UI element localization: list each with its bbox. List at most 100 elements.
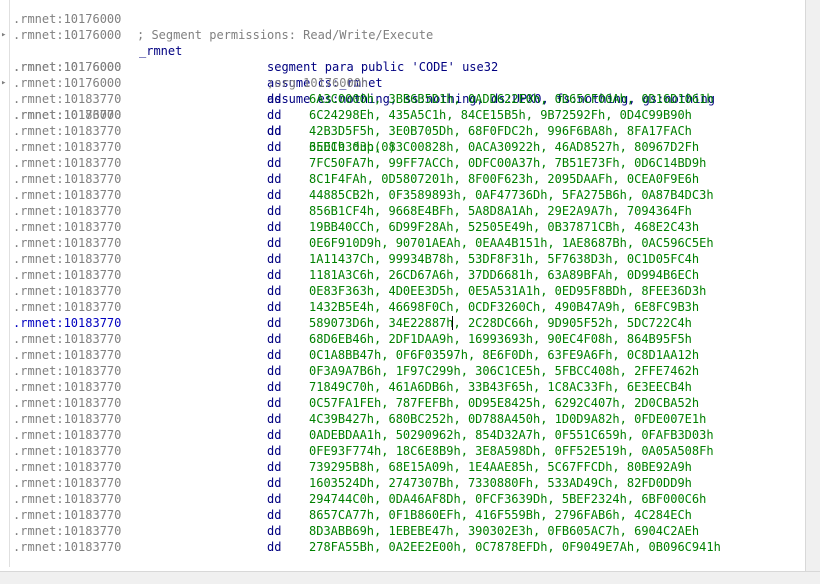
listing-line-data[interactable]: .rmnet:10183770 dd 294744C0h, 0DA46AF8Dh, …: [0, 491, 806, 507]
listing-line-data[interactable]: .rmnet:10183770 dd 42B3D5F5h, 3E0B705Dh, 6…: [0, 123, 806, 139]
line-address[interactable]: .rmnet:10183770: [13, 171, 121, 187]
line-address[interactable]: .rmnet:10183770: [13, 123, 121, 139]
line-mnemonic[interactable]: dd: [267, 315, 281, 331]
line-operands[interactable]: 0ADEBDAA1h, 50290962h, 854D32A7h, 0F551C…: [309, 427, 714, 443]
line-address[interactable]: .rmnet:10183770: [13, 491, 121, 507]
line-operands[interactable]: 68D6EB46h, 2DF1DAA9h, 16993693h, 90EC4F0…: [309, 331, 692, 347]
listing-line-data[interactable]: .rmnet:10183770 dd 7FC50FA7h, 99FF7ACCh, 0…: [0, 155, 806, 171]
line-operands[interactable]: 6A3C0000h, 3BB6B5D1h, 0ADD622E0h, 0D65CF…: [309, 91, 714, 107]
line-mnemonic[interactable]: dd: [267, 123, 281, 139]
line-mnemonic[interactable]: dd: [267, 379, 281, 395]
line-operands[interactable]: 294744C0h, 0DA46AF8Dh, 0FCF3639Dh, 5BEF2…: [309, 491, 706, 507]
line-mnemonic[interactable]: dd: [267, 491, 281, 507]
line-mnemonic[interactable]: dd: [267, 539, 281, 555]
listing-line-data[interactable]: .rmnet:10183770 dd 1A11437Ch, 99934B78h, 5…: [0, 251, 806, 267]
line-address[interactable]: .rmnet:10183770: [13, 507, 121, 523]
line-address[interactable]: .rmnet:10183770: [13, 299, 121, 315]
listing-line-data[interactable]: .rmnet:10183770 dd 0E83F363h, 4D0EE3D5h, 0…: [0, 283, 806, 299]
line-address[interactable]: .rmnet:10183770: [13, 283, 121, 299]
listing-line-org[interactable]: .rmnet:10176000 ;org 10176000h: [0, 43, 806, 90]
line-address[interactable]: .rmnet:10183770: [13, 443, 121, 459]
line-operands[interactable]: 42B3D5F5h, 3E0B705Dh, 68F0FDC2h, 996F6BA…: [309, 123, 692, 139]
line-address[interactable]: .rmnet:10183770: [13, 523, 121, 539]
line-address[interactable]: .rmnet:10183770: [13, 347, 121, 363]
line-operands[interactable]: 1181A3C6h, 26CD67A6h, 37DD6681h, 63A89BF…: [309, 267, 699, 283]
listing-line-data[interactable]: .rmnet:10183770 dd 1432B5E4h, 46698F0Ch, 0…: [0, 299, 806, 315]
listing-line-data[interactable]: .rmnet:10183770 dd 44885CB2h, 0F3589893h, …: [0, 187, 806, 203]
line-mnemonic[interactable]: dd: [267, 523, 281, 539]
line-address[interactable]: .rmnet:10183770: [13, 395, 121, 411]
line-operands[interactable]: 8D3ABB69h, 1EBEBE47h, 390302E3h, 0FB605A…: [309, 523, 699, 539]
line-operands[interactable]: 8C1F4FAh, 0D5807201h, 8F00F623h, 2095DAA…: [309, 171, 699, 187]
listing-line-data[interactable]: .rmnet:10183770 dd 0FE93F774h, 18C6E8B9h, …: [0, 443, 806, 459]
line-operands[interactable]: 0FE93F774h, 18C6E8B9h, 3E8A598Dh, 0FF52E…: [309, 443, 714, 459]
line-operands[interactable]: 278FA55Bh, 0A2EE2E00h, 0C7878EFDh, 0F904…: [309, 539, 721, 555]
line-address[interactable]: .rmnet:10183770: [13, 267, 121, 283]
line-mnemonic[interactable]: dd: [267, 283, 281, 299]
line-address[interactable]: .rmnet:10183770: [13, 427, 121, 443]
line-operands[interactable]: 1A11437Ch, 99934B78h, 53DF8F31h, 5F7638D…: [309, 251, 699, 267]
listing-line-data[interactable]: .rmnet:10183770 dd 856B1CF4h, 9668E4BFh, 5…: [0, 203, 806, 219]
line-mnemonic[interactable]: dd: [267, 411, 281, 427]
line-operands[interactable]: 0C57FA1FEh, 787FEFBh, 0D95E8425h, 6292C4…: [309, 395, 699, 411]
line-operands[interactable]: 7FC50FA7h, 99FF7ACCh, 0DFC00A37h, 7B51E7…: [309, 155, 706, 171]
line-operands[interactable]: 19BB40CCh, 6D99F28Ah, 52505E49h, 0B37871…: [309, 219, 699, 235]
listing-line-data[interactable]: .rmnet:10183770 dd 8C1F4FAh, 0D5807201h, 8…: [0, 171, 806, 187]
listing-line-data[interactable]: .rmnet:10183770 dd 19BB40CCh, 6D99F28Ah, 5…: [0, 219, 806, 235]
line-address[interactable]: .rmnet:10183770: [13, 459, 121, 475]
line-mnemonic[interactable]: dd: [267, 299, 281, 315]
listing-line-data[interactable]: .rmnet:10183770 dd 4C39B427h, 680BC252h, 0…: [0, 411, 806, 427]
line-address[interactable]: .rmnet:10183770: [13, 331, 121, 347]
listing-line-data[interactable]: .rmnet:10183770 dd 278FA55Bh, 0A2EE2E00h, …: [0, 539, 806, 555]
line-address[interactable]: .rmnet:10183770: [13, 219, 121, 235]
line-address[interactable]: .rmnet:10183770: [13, 379, 121, 395]
line-operands[interactable]: 44885CB2h, 0F3589893h, 0AF47736Dh, 5FA27…: [309, 187, 714, 203]
line-operands[interactable]: 6C24298Eh, 435A5C1h, 84CE15B5h, 9B72592F…: [309, 107, 692, 123]
line-address[interactable]: .rmnet:10183770: [13, 91, 121, 107]
line-address[interactable]: .rmnet:10183770: [13, 139, 121, 155]
listing-line-data[interactable]: .rmnet:10183770 dd 71849C70h, 461A6DB6h, 3…: [0, 379, 806, 395]
listing-line-assume-all[interactable]: .rmnet:10176000 assume es:nothing, ss:no…: [0, 59, 806, 106]
vertical-scrollbar[interactable]: [805, 0, 820, 572]
listing-line-data[interactable]: .rmnet:10183770 dd 1603524Dh, 2747307Bh, 7…: [0, 475, 806, 491]
disassembly-listing[interactable]: .rmnet:10176000 ; Segment permissions: R…: [0, 0, 806, 567]
listing-line-data[interactable]: .rmnet:10183770 dd 8D3ABB69h, 1EBEBE47h, 3…: [0, 523, 806, 539]
line-mnemonic[interactable]: dd: [267, 139, 281, 155]
line-operands[interactable]: 0F3A9A7B6h, 1F97C299h, 306C1CE5h, 5FBCC4…: [309, 363, 699, 379]
listing-line-data[interactable]: .rmnet:10183770 dd 0E6F910D9h, 90701AEAh, …: [0, 235, 806, 251]
listing-line-data[interactable]: .rmnet:10183770 dd 589073D6h, 34E22887h, 2…: [0, 315, 806, 331]
listing-line-data[interactable]: .rmnet:10183770 dd 0ADEBDAA1h, 50290962h, …: [0, 427, 806, 443]
line-address[interactable]: .rmnet:10183770: [13, 203, 121, 219]
line-operands[interactable]: 589073D6h, 34E22887h, 2C28DC66h, 9D905F5…: [309, 315, 692, 331]
line-address[interactable]: .rmnet:10183770: [13, 475, 121, 491]
listing-line-segment[interactable]: .rmnet:10176000 _rmnet segment para publ…: [0, 11, 806, 74]
line-address[interactable]: .rmnet:10183770: [13, 235, 121, 251]
listing-line-data[interactable]: .rmnet:10183770 dd 0C1A8BB47h, 0F6F03597h,…: [0, 347, 806, 363]
current-line-address[interactable]: .rmnet:10183770: [13, 315, 121, 331]
line-operands[interactable]: 0E83F363h, 4D0EE3D5h, 0E5A531A1h, 0ED95F…: [309, 283, 706, 299]
line-operands[interactable]: 1432B5E4h, 46698F0Ch, 0CDF3260Ch, 490B47…: [309, 299, 699, 315]
line-mnemonic[interactable]: dd: [267, 235, 281, 251]
line-operands[interactable]: 6EE19303h, 83C00828h, 0ACA30922h, 46AD85…: [309, 139, 699, 155]
line-mnemonic[interactable]: dd: [267, 251, 281, 267]
line-mnemonic[interactable]: dd: [267, 347, 281, 363]
line-mnemonic[interactable]: dd: [267, 475, 281, 491]
listing-line-data[interactable]: .rmnet:10183770 dd 6A3C0000h, 3BB6B5D1h, 0…: [0, 91, 806, 107]
line-operands[interactable]: 0C1A8BB47h, 0F6F03597h, 8E6F0Dh, 63FE9A6…: [309, 347, 699, 363]
line-mnemonic[interactable]: dd: [267, 187, 281, 203]
line-address[interactable]: .rmnet:10183770: [13, 155, 121, 171]
line-mnemonic[interactable]: dd: [267, 203, 281, 219]
listing-line-data[interactable]: .rmnet:10183770 dd 6EE19303h, 83C00828h, 0…: [0, 139, 806, 155]
line-mnemonic[interactable]: dd: [267, 331, 281, 347]
line-operands[interactable]: 4C39B427h, 680BC252h, 0D788A450h, 1D0D9A…: [309, 411, 706, 427]
listing-line-data[interactable]: .rmnet:10183770 dd 6C24298Eh, 435A5C1h, 84…: [0, 107, 806, 123]
line-address[interactable]: .rmnet:10183770: [13, 539, 121, 555]
listing-line-header[interactable]: .rmnet:10176000 ; Segment permissions: R…: [0, 0, 806, 42]
listing-line-data[interactable]: .rmnet:10183770 dd 0C57FA1FEh, 787FEFBh, 0…: [0, 395, 806, 411]
listing-line-assume-cs[interactable]: ▸ .rmnet:10176000 assume cs:_rmnet: [0, 27, 806, 91]
listing-line-data[interactable]: .rmnet:10183770 dd 739295B8h, 68E15A09h, 1…: [0, 459, 806, 475]
listing-line-data[interactable]: .rmnet:10183770 dd 1181A3C6h, 26CD67A6h, 3…: [0, 267, 806, 283]
line-address[interactable]: .rmnet:10183770: [13, 251, 121, 267]
line-mnemonic[interactable]: dd: [267, 427, 281, 443]
line-mnemonic[interactable]: dd: [267, 171, 281, 187]
